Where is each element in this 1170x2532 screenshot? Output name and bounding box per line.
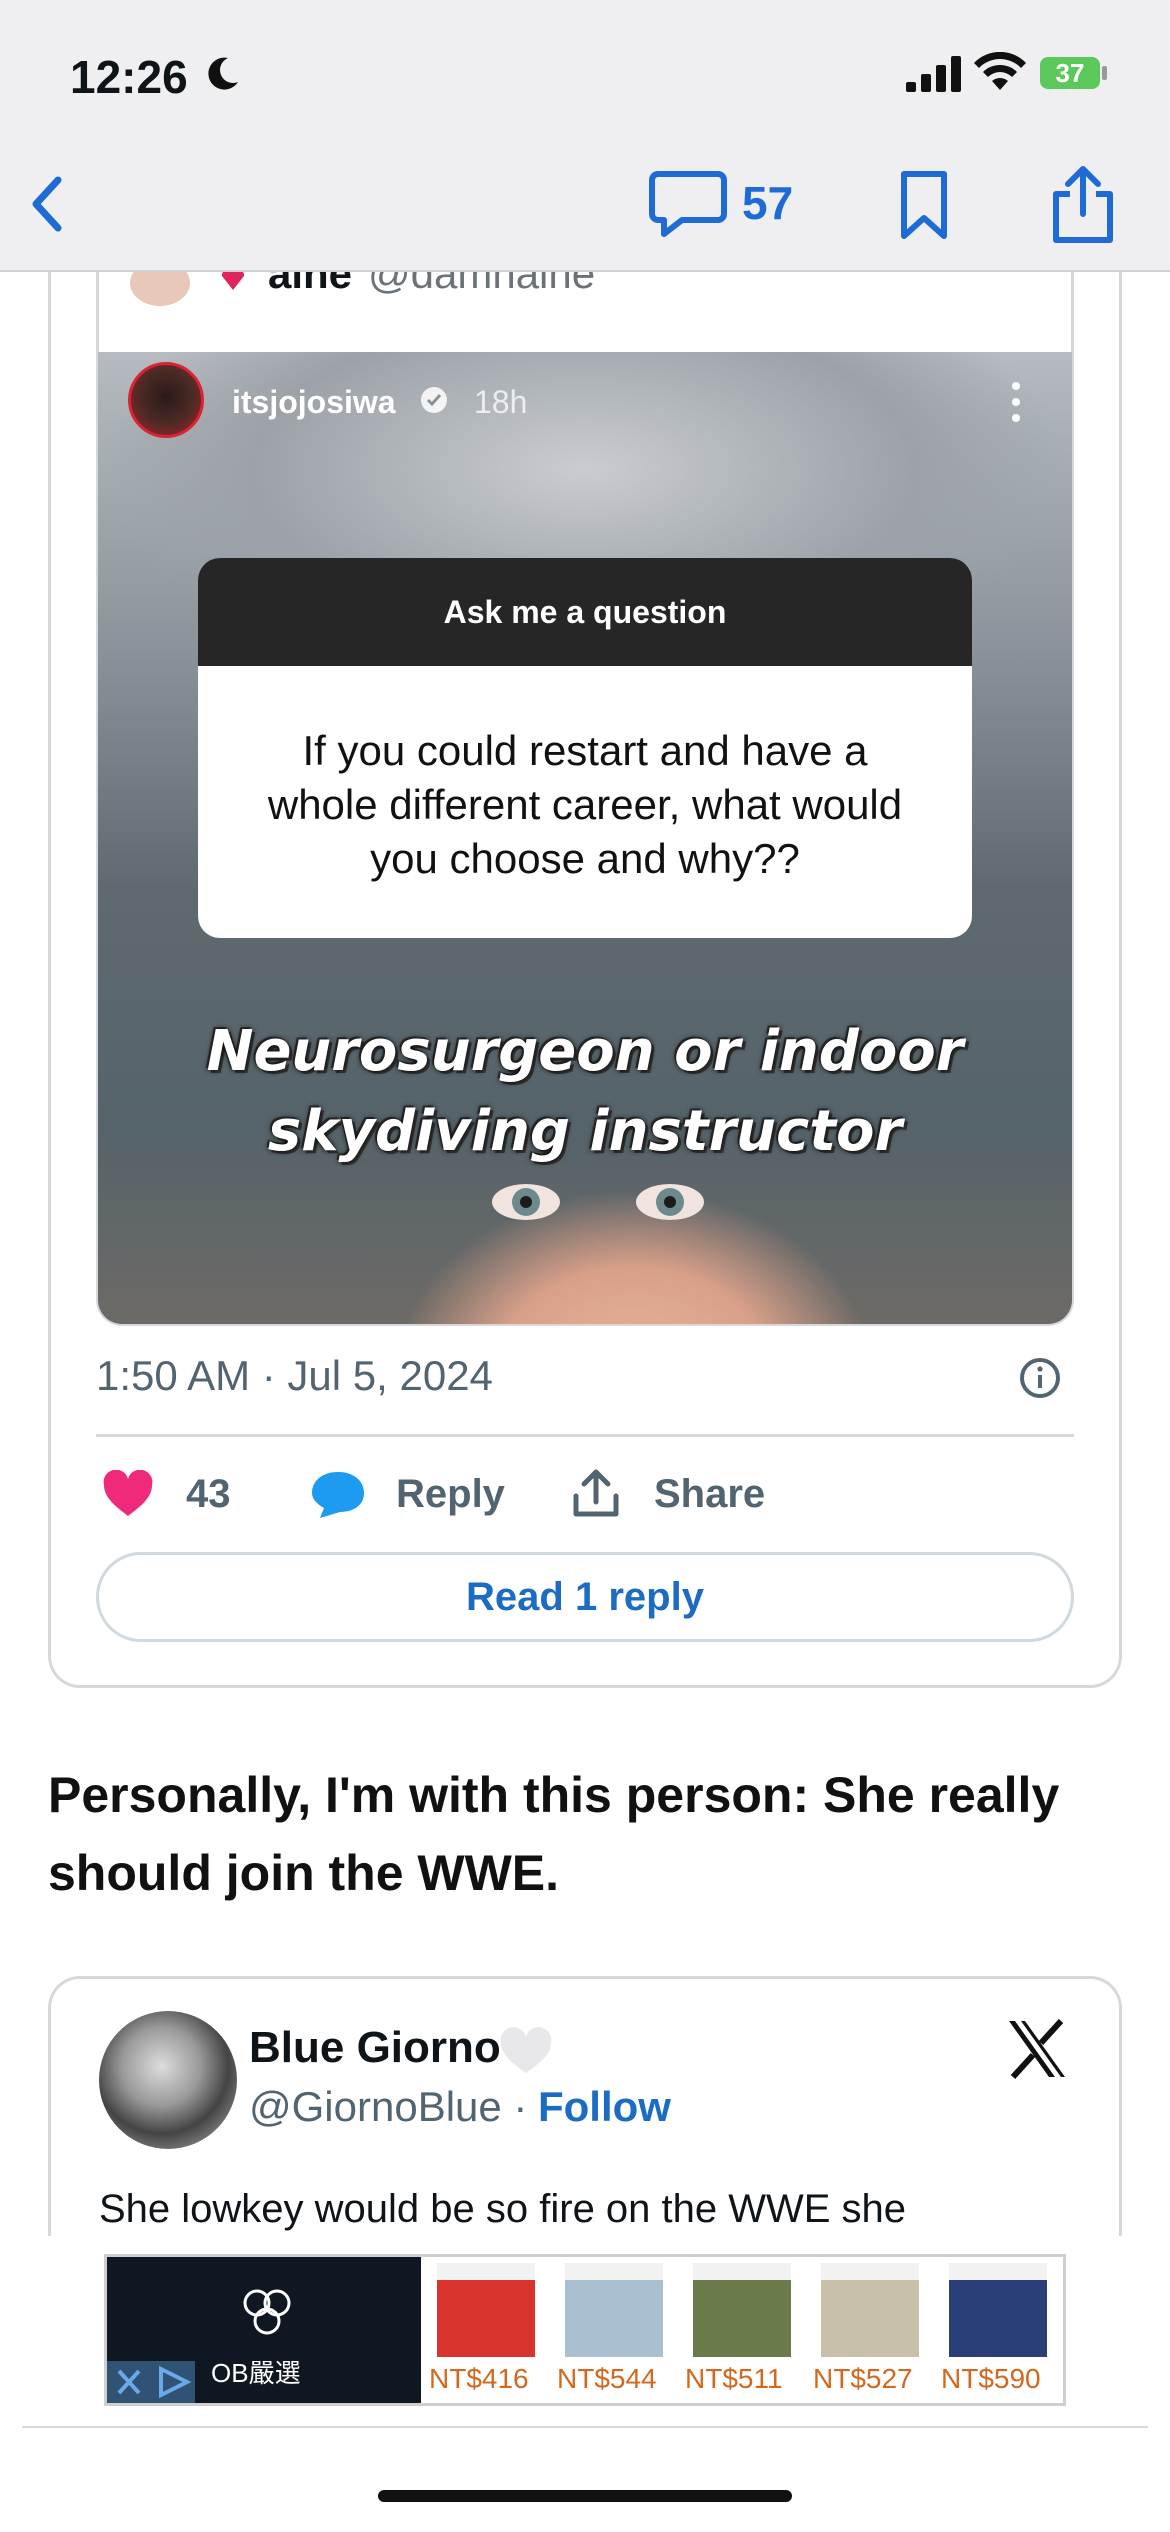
story-username: itsjojosiwa — [232, 384, 396, 420]
status-time: 12:26 — [70, 51, 188, 103]
home-indicator[interactable] — [378, 2490, 792, 2502]
author-name[interactable]: Blue Giorno — [249, 2023, 501, 2073]
x-logo-icon[interactable] — [1005, 2019, 1069, 2079]
wifi-icon — [974, 52, 1026, 90]
bookmark-icon[interactable] — [896, 168, 952, 242]
ad-product-price: NT$590 — [941, 2363, 1041, 2394]
ad-product-item[interactable]: NT$416 — [429, 2263, 539, 2403]
like-count[interactable]: 43 — [186, 1472, 231, 1517]
cellular-signal-icon — [906, 56, 961, 92]
ad-close-icon[interactable] — [107, 2361, 151, 2403]
story-screenshot-image[interactable]: itsjojosiwa 18h Ask me a question If you… — [98, 352, 1072, 1324]
more-dots-icon — [1012, 382, 1020, 422]
page-divider — [22, 2426, 1148, 2428]
moon-icon — [208, 57, 238, 90]
heart-icon[interactable] — [102, 1470, 154, 1518]
battery-icon — [1102, 66, 1107, 80]
comments-icon[interactable] — [648, 168, 728, 240]
story-time: 18h — [474, 384, 528, 420]
ad-product-image — [437, 2263, 535, 2357]
info-icon[interactable] — [1018, 1356, 1062, 1400]
share-icon[interactable] — [1048, 164, 1118, 244]
ad-banner[interactable]: OB嚴選 NT$416 NT$544 NT$511 NT$527 NT$590 — [104, 2254, 1066, 2406]
share-button[interactable]: Share — [654, 1472, 765, 1517]
follow-button[interactable]: Follow — [538, 2083, 671, 2131]
comment-count[interactable]: 57 — [742, 176, 793, 230]
verified-badge-icon — [421, 387, 447, 413]
tweet-body-text: She lowkey would be so fire on the WWE s… — [99, 2187, 907, 2231]
ad-product-image — [565, 2263, 663, 2357]
embedded-tweet-card-2[interactable]: Blue Giorno @GiornoBlue · Follow She low… — [48, 1976, 1122, 2236]
read-reply-button[interactable]: Read 1 reply — [96, 1552, 1074, 1642]
story-avatar — [128, 362, 204, 438]
top-bar: 12:26 37 57 — [0, 0, 1170, 272]
heart-outline-icon — [500, 2027, 552, 2073]
ad-choices-icon[interactable] — [151, 2361, 195, 2403]
avatar[interactable] — [99, 2011, 237, 2149]
story-answer-text: Neurosurgeon or indoor skydiving instruc… — [206, 1019, 964, 1164]
question-sticker: Ask me a question If you could restart a… — [198, 558, 972, 938]
brand-logo-icon — [243, 2289, 291, 2335]
ad-product-price: NT$544 — [557, 2363, 657, 2394]
reply-button[interactable]: Reply — [396, 1472, 505, 1517]
ad-product-image — [821, 2263, 919, 2357]
article-paragraph: Personally, I'm with this person: She re… — [48, 1767, 1060, 1901]
ad-product-item[interactable]: NT$590 — [941, 2263, 1051, 2403]
ad-product-item[interactable]: NT$527 — [813, 2263, 923, 2403]
question-sticker-text: If you could restart and have a whole di… — [267, 727, 903, 882]
ad-product-item[interactable]: NT$544 — [557, 2263, 667, 2403]
ad-product-image — [693, 2263, 791, 2357]
face-eyes-graphic — [492, 1184, 704, 1220]
ad-brand-panel[interactable]: OB嚴選 — [107, 2257, 421, 2403]
ad-product-item[interactable]: NT$511 — [685, 2263, 795, 2403]
author-handle[interactable]: @GiornoBlue · — [249, 2083, 527, 2131]
share-icon[interactable] — [570, 1466, 622, 1520]
ad-product-price: NT$527 — [813, 2363, 913, 2394]
tweet-divider — [96, 1434, 1074, 1437]
reply-bubble-icon[interactable] — [310, 1468, 366, 1520]
ad-product-price: NT$416 — [429, 2363, 529, 2394]
ad-product-price: NT$511 — [685, 2363, 783, 2394]
ad-product-image — [949, 2263, 1047, 2357]
ad-brand-name: OB嚴選 — [211, 2358, 301, 2388]
back-chevron-icon[interactable] — [22, 168, 72, 240]
tweet-timestamp[interactable]: 1:50 AM · Jul 5, 2024 — [96, 1352, 493, 1400]
question-sticker-header: Ask me a question — [198, 558, 972, 666]
